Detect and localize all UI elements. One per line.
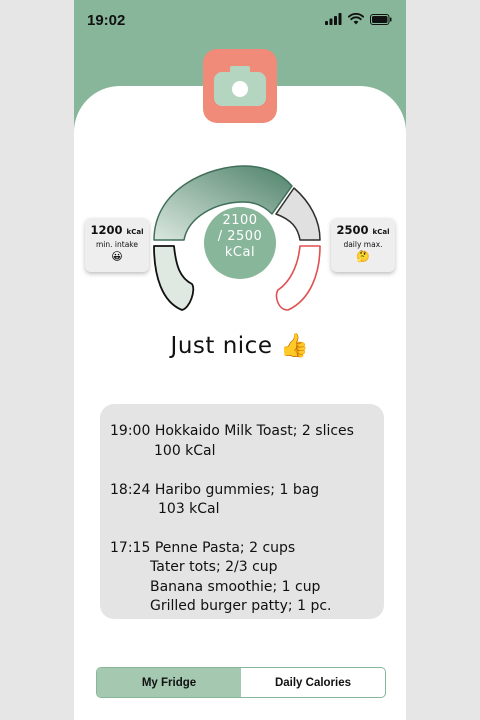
daily-max-label: daily max. — [343, 240, 383, 249]
camera-icon — [214, 66, 266, 106]
log-entry-time: 18:24 — [110, 482, 151, 498]
battery-icon — [370, 13, 392, 25]
min-intake-unit: kCal — [126, 228, 144, 236]
daily-max-unit: kCal — [372, 228, 390, 236]
log-entry-item: Penne Pasta; 2 cups — [154, 540, 296, 556]
log-entry-item: Tater tots; 2/3 cup — [150, 559, 278, 575]
tab-daily-calories[interactable]: Daily Calories — [241, 668, 385, 697]
log-entry: 18:24 Haribo gummies; 1 bag — [110, 481, 319, 501]
log-entry: 19:00 Hokkaido Milk Toast; 2 slices — [110, 422, 354, 442]
daily-max-card: 2500 kCal daily max. 🤔 — [331, 218, 395, 272]
min-intake-label: min. intake — [96, 240, 138, 249]
wifi-icon — [348, 13, 364, 25]
camera-button[interactable] — [203, 49, 277, 123]
status-message: Just nice 👍 — [74, 332, 406, 359]
log-entry-time: 19:00 — [110, 423, 151, 439]
gauge-unit: kCal — [224, 245, 256, 260]
daily-max-value: 2500 — [336, 223, 369, 237]
status-icons — [325, 13, 392, 25]
grinning-face-icon: 😀 — [111, 250, 123, 263]
log-entry-calories: 103 kCal — [158, 501, 220, 517]
log-entry-item: Haribo gummies; 1 bag — [154, 482, 320, 498]
log-entry-calories: 100 kCal — [154, 443, 216, 459]
log-entry-item: Hokkaido Milk Toast; 2 slices — [154, 423, 354, 439]
status-bar: 19:02 — [74, 0, 406, 42]
gauge-readout: 2100 / 2500 kCal — [206, 192, 274, 282]
thumbs-up-icon: 👍 — [280, 333, 310, 359]
status-time: 19:02 — [87, 12, 126, 29]
log-entry-time: 17:15 — [110, 540, 151, 556]
cellular-signal-icon — [325, 13, 342, 25]
status-message-text: Just nice — [170, 333, 273, 359]
daily-max-value-row: 2500 kCal — [331, 223, 395, 237]
gauge-target-value: / 2500 — [217, 229, 263, 244]
log-entry-item: Banana smoothie; 1 cup — [150, 579, 321, 595]
thinking-face-icon: 🤔 — [356, 250, 370, 263]
gauge-left-segment — [153, 245, 195, 311]
log-entry: 17:15 Penne Pasta; 2 cups — [110, 539, 295, 559]
log-entry-item: Grilled burger patty; 1 pc. — [150, 598, 332, 614]
min-intake-value: 1200 — [90, 223, 123, 237]
gauge-right-lower-segment — [275, 245, 321, 311]
min-intake-value-row: 1200 kCal — [85, 223, 149, 237]
gauge-current-value: 2100 — [222, 213, 258, 228]
min-intake-card: 1200 kCal min. intake 😀 — [85, 218, 149, 272]
phone-screen: 19:02 2100 / 2500 kCal 1200 kCal min. in… — [74, 0, 406, 720]
tab-my-fridge[interactable]: My Fridge — [97, 668, 241, 697]
tab-bar: My Fridge Daily Calories — [96, 667, 386, 698]
food-log-panel[interactable]: 19:00 Hokkaido Milk Toast; 2 slices 100 … — [100, 404, 384, 619]
